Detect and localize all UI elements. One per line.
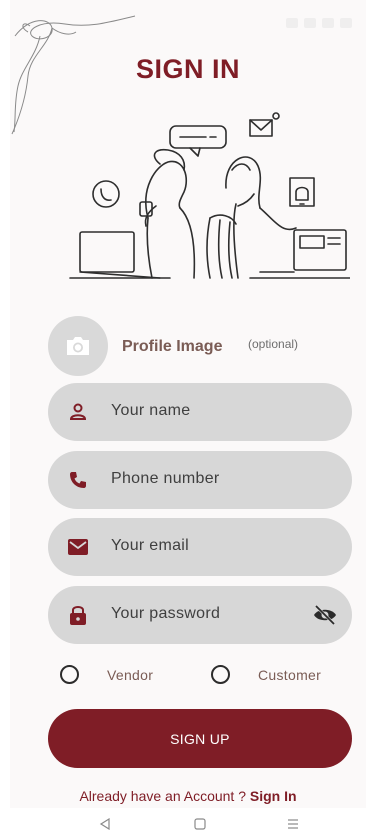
password-field[interactable]: Your password: [48, 586, 352, 644]
optional-hint: (optional): [248, 337, 299, 351]
system-nav-bar: [0, 808, 376, 839]
phone-field[interactable]: Phone number: [48, 451, 352, 509]
customer-radio[interactable]: [211, 665, 230, 684]
home-icon[interactable]: [192, 816, 208, 832]
already-account-text: Already have an Account ?: [79, 788, 250, 804]
phone-placeholder: Phone number: [111, 470, 220, 487]
profile-image-picker[interactable]: [48, 316, 108, 376]
password-placeholder: Your password: [111, 605, 221, 622]
sign-in-link[interactable]: Sign In: [250, 788, 297, 804]
phone-icon: [66, 468, 90, 492]
people-with-devices-illustration: [69, 112, 350, 279]
lock-icon: [66, 603, 90, 627]
eye-off-icon[interactable]: [312, 603, 338, 627]
sign-in-prompt: Already have an Account ? Sign In: [10, 788, 366, 804]
profile-image-label: Profile Image: [122, 338, 223, 355]
camera-icon: [67, 337, 89, 355]
name-field[interactable]: Your name: [48, 383, 352, 441]
battery-icon: [340, 18, 352, 28]
mail-icon: [66, 535, 90, 559]
sign-up-button[interactable]: SIGN UP: [48, 709, 352, 768]
back-icon[interactable]: [97, 816, 113, 832]
vendor-radio[interactable]: [60, 665, 79, 684]
customer-label[interactable]: Customer: [258, 667, 321, 683]
status-bar: [286, 18, 352, 28]
profile-image-row[interactable]: Profile Image (optional): [48, 316, 348, 376]
menu-icon[interactable]: [285, 816, 301, 832]
status-icon: [322, 18, 334, 28]
person-icon: [66, 400, 90, 424]
role-selector: Vendor Customer: [10, 663, 366, 687]
app-screen: SIGN IN Profile Image (optional) Your na…: [10, 0, 366, 808]
page-title: SIGN IN: [135, 54, 240, 84]
status-icon: [304, 18, 316, 28]
email-field[interactable]: Your email: [48, 518, 352, 576]
status-icon: [286, 18, 298, 28]
email-placeholder: Your email: [111, 537, 190, 554]
name-placeholder: Your name: [111, 402, 191, 419]
vendor-label[interactable]: Vendor: [107, 667, 153, 683]
